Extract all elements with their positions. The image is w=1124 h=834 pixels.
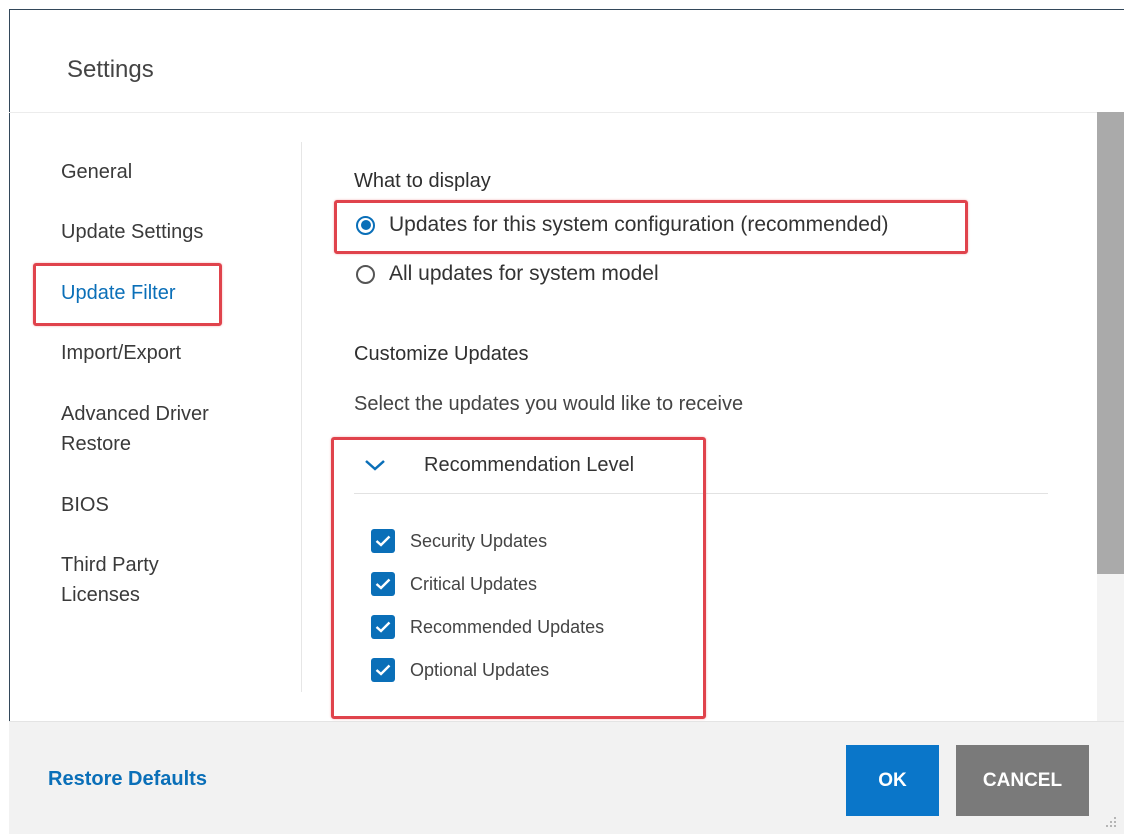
recommendation-level-title: Recommendation Level (424, 454, 635, 476)
radio-system-configuration[interactable]: Updates for this system configuration (r… (356, 213, 889, 237)
customize-updates-heading: Customize Updates (354, 343, 529, 365)
checkbox-critical-updates[interactable]: Critical Updates (371, 572, 537, 596)
what-to-display-heading: What to display (354, 170, 491, 192)
resize-grip-icon[interactable] (1102, 813, 1118, 829)
dialog-title: Settings (67, 56, 154, 83)
ok-button[interactable]: OK (846, 745, 939, 816)
checkbox-label: Optional Updates (410, 659, 550, 680)
radio-label: Updates for this system configuration (r… (389, 213, 889, 236)
checkbox-label: Critical Updates (410, 573, 538, 594)
title-divider (9, 112, 1097, 113)
nav-item-update-filter[interactable]: Update Filter (61, 278, 176, 308)
checkbox-optional-updates[interactable]: Optional Updates (371, 658, 549, 682)
radio-unselected-icon[interactable] (356, 264, 375, 284)
chevron-down-icon[interactable] (364, 458, 386, 472)
check-icon[interactable] (371, 615, 395, 639)
nav-item-import-export[interactable]: Import/Export (61, 338, 181, 368)
checkbox-security-updates[interactable]: Security Updates (371, 529, 547, 553)
checkbox-recommended-updates[interactable]: Recommended Updates (371, 615, 604, 639)
nav-item-update-settings[interactable]: Update Settings (61, 217, 203, 247)
restore-defaults-link[interactable]: Restore Defaults (48, 768, 207, 791)
checkbox-label: Security Updates (410, 530, 548, 551)
nav-item-third-party-licenses[interactable]: Third Party Licenses (61, 550, 211, 610)
cancel-button[interactable]: CANCEL (956, 745, 1089, 816)
checkbox-label: Recommended Updates (410, 616, 605, 637)
scrollbar-thumb[interactable] (1097, 112, 1124, 574)
check-icon[interactable] (371, 529, 395, 553)
nav-item-bios[interactable]: BIOS (61, 490, 109, 520)
nav-item-advanced-driver-restore[interactable]: Advanced Driver Restore (61, 399, 251, 459)
check-icon[interactable] (371, 658, 395, 682)
recommendation-level-header[interactable]: Recommendation Level (354, 440, 1048, 494)
radio-all-updates[interactable]: All updates for system model (356, 262, 659, 286)
customize-description: Select the updates you would like to rec… (354, 393, 744, 415)
check-icon[interactable] (371, 572, 395, 596)
radio-selected-icon[interactable] (356, 215, 375, 235)
nav-item-general[interactable]: General (61, 157, 132, 187)
radio-label: All updates for system model (389, 262, 659, 285)
